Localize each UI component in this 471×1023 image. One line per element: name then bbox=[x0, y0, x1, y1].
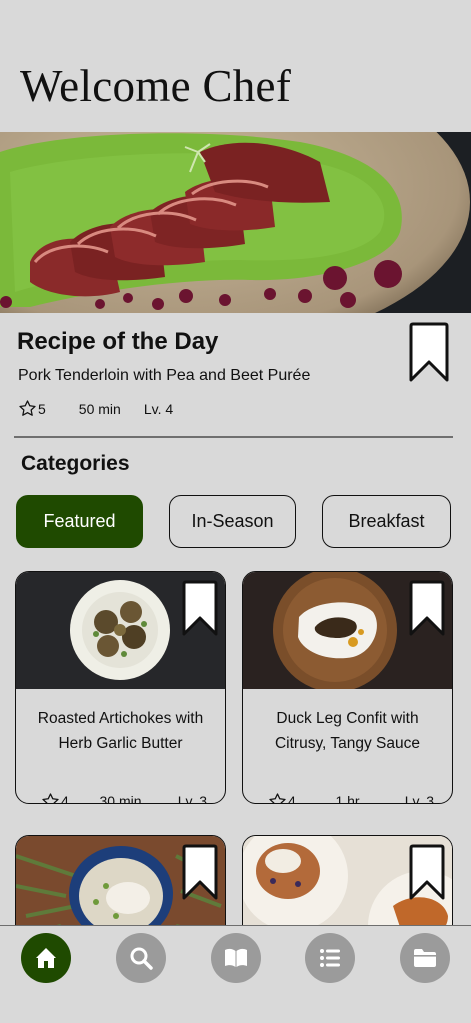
nav-folder[interactable] bbox=[400, 933, 450, 983]
folder-icon bbox=[414, 949, 436, 967]
search-icon bbox=[130, 947, 153, 970]
recipe-of-day-meta: 5 50 min Lv. 4 bbox=[18, 399, 173, 418]
recipe-name: Duck Leg Confit with Citrusy, Tangy Sauc… bbox=[274, 710, 421, 752]
bookmark-icon[interactable] bbox=[408, 844, 446, 902]
difficulty-level: Lv. 3 bbox=[404, 793, 434, 804]
recipe-of-day-card[interactable]: Recipe of the Day Pork Tenderloin with P… bbox=[0, 313, 471, 438]
difficulty-level: Lv. 3 bbox=[177, 793, 207, 804]
recipe-of-day-image[interactable] bbox=[0, 132, 471, 313]
section-divider bbox=[14, 436, 453, 438]
page-title: Welcome Chef bbox=[20, 61, 292, 111]
bookmark-icon[interactable] bbox=[181, 844, 219, 902]
difficulty-level: Lv. 4 bbox=[143, 400, 174, 417]
recipe-card[interactable]: Roasted Artichokes with Herb Garlic Butt… bbox=[15, 571, 226, 804]
nav-home[interactable] bbox=[21, 933, 71, 983]
chip-breakfast[interactable]: Breakfast bbox=[322, 495, 451, 548]
recipe-card[interactable]: Duck Leg Confit with Citrusy, Tangy Sauc… bbox=[242, 571, 453, 804]
bookmark-icon[interactable] bbox=[408, 580, 446, 638]
nav-recipes[interactable] bbox=[211, 933, 261, 983]
recipe-name: Roasted Artichokes with Herb Garlic Butt… bbox=[37, 710, 204, 752]
nav-lists[interactable] bbox=[305, 933, 355, 983]
categories-heading: Categories bbox=[21, 452, 130, 475]
bottom-nav bbox=[0, 925, 471, 1023]
book-icon bbox=[225, 948, 247, 967]
recipe-of-day-dish: Pork Tenderloin with Pea and Beet Purée bbox=[18, 367, 311, 384]
rating-value: 5 bbox=[38, 400, 46, 417]
cook-time: 50 min bbox=[78, 400, 121, 417]
home-icon bbox=[36, 948, 56, 968]
recipe-of-day-heading: Recipe of the Day bbox=[17, 328, 219, 355]
star-icon bbox=[19, 400, 36, 416]
chip-in-season[interactable]: In-Season bbox=[169, 495, 296, 548]
nav-search[interactable] bbox=[116, 933, 166, 983]
recipe-image bbox=[16, 572, 225, 689]
bookmark-icon[interactable] bbox=[181, 580, 219, 638]
list-icon bbox=[320, 949, 340, 967]
chip-featured[interactable]: Featured bbox=[16, 495, 143, 548]
bookmark-icon[interactable] bbox=[408, 322, 450, 384]
recipe-image bbox=[243, 572, 452, 689]
